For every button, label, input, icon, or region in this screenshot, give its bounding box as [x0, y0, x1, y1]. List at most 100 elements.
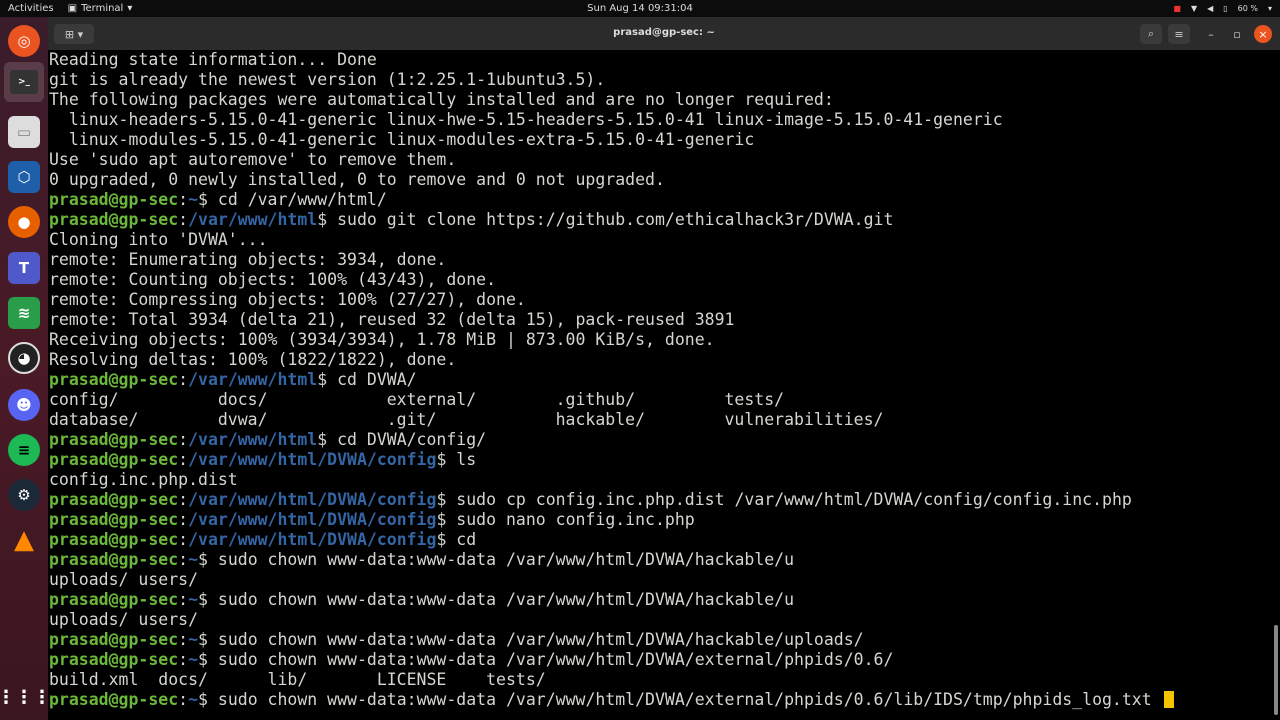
- terminal-icon[interactable]: >_: [4, 62, 44, 102]
- firefox-icon[interactable]: ●: [8, 206, 40, 238]
- prompt-path: ~: [188, 630, 199, 649]
- prompt-path: /var/www/html/DVWA/config: [188, 450, 437, 469]
- command-text: sudo chown www-data:www-data /var/www/ht…: [207, 550, 795, 569]
- new-tab-button[interactable]: ⊞ ▾: [54, 24, 94, 44]
- window-title: prasad@gp-sec: ~: [613, 27, 715, 38]
- top-bar: Activities ▣ Terminal ▾ Sun Aug 14 09:31:0…: [0, 0, 1280, 17]
- battery-icon: ▯: [1223, 4, 1228, 13]
- output-text: uploads/ users/: [49, 610, 199, 629]
- prompt-line: prasad@gp-sec:~$ sudo chown www-data:www…: [49, 550, 1280, 570]
- prompt-host: prasad@gp-sec: [49, 210, 179, 229]
- close-button[interactable]: ×: [1254, 25, 1272, 43]
- output-line: uploads/ users/: [49, 570, 1280, 590]
- command-text: sudo chown www-data:www-data /var/www/ht…: [207, 650, 894, 669]
- output-line: Reading state information... Done: [49, 50, 1280, 70]
- prompt-sep: :: [178, 650, 189, 669]
- output-line: database/ dvwa/ .git/ hackable/ vulnerab…: [49, 410, 1280, 430]
- output-text: linux-modules-5.15.0-41-generic linux-mo…: [49, 130, 755, 149]
- virtualbox-icon[interactable]: ⬡: [8, 161, 40, 193]
- search-button[interactable]: ⌕: [1140, 24, 1162, 44]
- terminal-header-bar: ⊞ ▾ prasad@gp-sec: ~ ⌕ ≡ – ▫ ×: [48, 17, 1280, 50]
- prompt-dollar: $: [436, 450, 447, 469]
- spotify-icon[interactable]: ≡: [8, 434, 40, 466]
- prompt-path: ~: [188, 650, 199, 669]
- terminal-icon: ▣: [67, 3, 78, 14]
- prompt-line: prasad@gp-sec:~$ sudo chown www-data:www…: [49, 650, 1280, 670]
- prompt-host: prasad@gp-sec: [49, 510, 179, 529]
- app-grid-icon[interactable]: ⋮⋮⋮: [0, 681, 51, 713]
- prompt-line: prasad@gp-sec:/var/www/html$ sudo git cl…: [49, 210, 1280, 230]
- prompt-dollar: $: [317, 370, 328, 389]
- prompt-dollar: $: [198, 690, 208, 709]
- activities-button[interactable]: Activities: [8, 3, 54, 14]
- prompt-dollar: $: [198, 650, 208, 669]
- prompt-sep: :: [178, 490, 189, 509]
- output-text: Use 'sudo apt autoremove' to remove them…: [49, 150, 457, 169]
- output-line: uploads/ users/: [49, 610, 1280, 630]
- output-line: linux-headers-5.15.0-41-generic linux-hw…: [49, 110, 1280, 130]
- terminal-output[interactable]: Reading state information... Done git is …: [48, 50, 1280, 720]
- output-text: config/ docs/ external/ .github/ tests/: [49, 390, 785, 409]
- output-text: remote: Counting objects: 100% (43/43), …: [49, 270, 497, 289]
- output-text: Resolving deltas: 100% (1822/1822), done…: [49, 350, 457, 369]
- prompt-sep: :: [178, 210, 189, 229]
- prompt-dollar: $: [317, 430, 328, 449]
- obs-icon[interactable]: ◕: [8, 342, 40, 374]
- dock: ◎ >_ ▭ ⬡ ● T ≋ ◕ ☻ ≡ ⚙ ▲ ⋮⋮⋮: [0, 17, 51, 720]
- ubuntu-icon[interactable]: ◎: [8, 25, 40, 57]
- terminal-cursor: [1163, 691, 1174, 708]
- output-text: remote: Enumerating objects: 3934, done.: [49, 250, 447, 269]
- output-line: git is already the newest version (1:2.2…: [49, 70, 1280, 90]
- prompt-sep: :: [178, 690, 189, 709]
- battery-level: 60 %: [1237, 4, 1258, 13]
- output-line: linux-modules-5.15.0-41-generic linux-mo…: [49, 130, 1280, 150]
- output-line: 0 upgraded, 0 newly installed, 0 to remo…: [49, 170, 1280, 190]
- command-text: sudo git clone https://github.com/ethica…: [327, 210, 894, 229]
- files-icon[interactable]: ▭: [8, 116, 40, 148]
- prompt-dollar: $: [436, 510, 447, 529]
- prompt-path: ~: [188, 550, 199, 569]
- prompt-host: prasad@gp-sec: [49, 550, 179, 569]
- vlc-icon[interactable]: ▲: [8, 524, 40, 556]
- prompt-path: /var/www/html/DVWA/config: [188, 490, 437, 509]
- prompt-dollar: $: [198, 550, 208, 569]
- layers-icon[interactable]: ≋: [8, 297, 40, 329]
- output-text: linux-headers-5.15.0-41-generic linux-hw…: [49, 110, 1003, 129]
- output-line: The following packages were automaticall…: [49, 90, 1280, 110]
- menu-button[interactable]: ≡: [1168, 24, 1190, 44]
- prompt-sep: :: [178, 550, 189, 569]
- prompt-sep: :: [178, 510, 189, 529]
- prompt-sep: :: [178, 630, 189, 649]
- output-text: build.xml docs/ lib/ LICENSE tests/: [49, 670, 546, 689]
- minimize-button[interactable]: –: [1202, 24, 1220, 44]
- prompt-host: prasad@gp-sec: [49, 450, 179, 469]
- recording-icon: ■: [1173, 4, 1181, 13]
- prompt-dollar: $: [317, 210, 328, 229]
- output-line: config.inc.php.dist: [49, 470, 1280, 490]
- maximize-button[interactable]: ▫: [1228, 24, 1246, 44]
- scrollbar[interactable]: [1274, 625, 1278, 715]
- output-line: remote: Enumerating objects: 3934, done.: [49, 250, 1280, 270]
- teams-icon[interactable]: T: [8, 252, 40, 284]
- prompt-line: prasad@gp-sec:/var/www/html$ cd DVWA/: [49, 370, 1280, 390]
- prompt-line: prasad@gp-sec:~$ sudo chown www-data:www…: [49, 690, 1280, 710]
- chevron-down-icon: ▾: [127, 3, 133, 14]
- wifi-icon: ▼: [1190, 4, 1198, 13]
- output-text: 0 upgraded, 0 newly installed, 0 to remo…: [49, 170, 665, 189]
- system-tray[interactable]: ■ ▼ ◀ ▯ 60 % ▾: [1173, 4, 1272, 13]
- prompt-sep: :: [178, 370, 189, 389]
- output-line: remote: Compressing objects: 100% (27/27…: [49, 290, 1280, 310]
- prompt-host: prasad@gp-sec: [49, 590, 179, 609]
- prompt-host: prasad@gp-sec: [49, 430, 179, 449]
- prompt-dollar: $: [198, 630, 208, 649]
- steam-icon[interactable]: ⚙: [8, 479, 40, 511]
- prompt-dollar: $: [198, 190, 208, 209]
- prompt-path: /var/www/html: [188, 210, 318, 229]
- app-menu[interactable]: ▣ Terminal ▾: [68, 3, 133, 14]
- prompt-dollar: $: [436, 530, 447, 549]
- discord-icon[interactable]: ☻: [8, 389, 40, 421]
- prompt-line: prasad@gp-sec:/var/www/html/DVWA/config$…: [49, 510, 1280, 530]
- clock[interactable]: Sun Aug 14 09:31:04: [587, 3, 693, 14]
- search-icon: ⌕: [1147, 27, 1155, 40]
- output-text: remote: Compressing objects: 100% (27/27…: [49, 290, 526, 309]
